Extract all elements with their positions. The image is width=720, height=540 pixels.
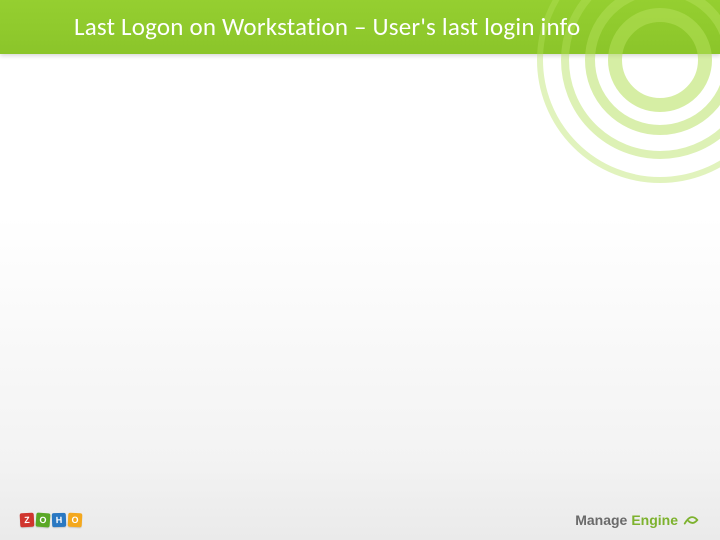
zoho-logo-o2: O: [68, 513, 83, 528]
slide-title: Last Logon on Workstation – User's last …: [0, 0, 720, 54]
manageengine-logo: ManageEngine: [575, 511, 700, 529]
slide: Last Logon on Workstation – User's last …: [0, 0, 720, 540]
slide-footer: Z O H O ManageEngine: [0, 500, 720, 540]
zoho-logo-z: Z: [20, 513, 35, 528]
zoho-logo-o1: O: [36, 513, 51, 528]
zoho-logo-h: H: [52, 513, 66, 527]
zoho-logo: Z O H O: [20, 513, 82, 527]
manageengine-logo-word2: Engine: [631, 512, 678, 528]
swirl-icon: [682, 511, 700, 529]
slide-header: Last Logon on Workstation – User's last …: [0, 0, 720, 54]
manageengine-logo-word1: Manage: [575, 512, 627, 528]
